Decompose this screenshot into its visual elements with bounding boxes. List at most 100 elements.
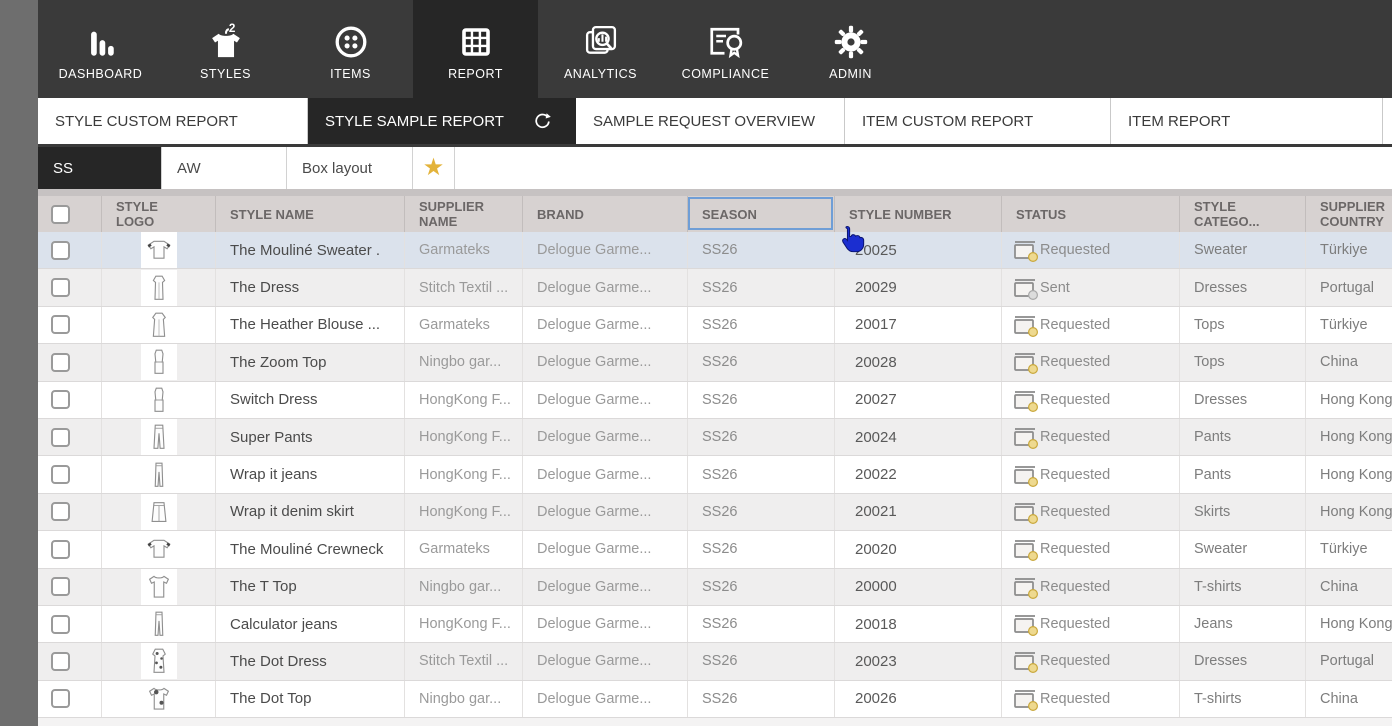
row-checkbox[interactable] bbox=[51, 352, 70, 372]
style-logo-cell[interactable] bbox=[102, 531, 216, 568]
table-row[interactable]: The Mouliné Sweater . Garmateks Delogue … bbox=[38, 232, 1392, 270]
nav-item-report[interactable]: REPORT bbox=[413, 0, 538, 98]
style-category-cell[interactable]: Dresses bbox=[1180, 381, 1306, 418]
row-checkbox[interactable] bbox=[51, 427, 70, 447]
supplier-name-cell[interactable]: HongKong F... bbox=[405, 381, 523, 418]
tab-item-report[interactable]: ITEM REPORT bbox=[1111, 98, 1383, 144]
style-name-cell[interactable]: The Mouliné Sweater . bbox=[216, 232, 405, 269]
col-header-style-category[interactable]: STYLE CATEGO... bbox=[1180, 196, 1306, 232]
supplier-name-cell[interactable]: Garmateks bbox=[405, 531, 523, 568]
supplier-name-cell[interactable]: Garmateks bbox=[405, 232, 523, 269]
row-checkbox[interactable] bbox=[51, 278, 70, 298]
style-logo-cell[interactable] bbox=[102, 493, 216, 531]
row-checkbox-cell[interactable] bbox=[38, 381, 102, 418]
table-row[interactable]: Super Pants HongKong F... Delogue Garme.… bbox=[38, 418, 1392, 457]
brand-cell[interactable]: Delogue Garme... bbox=[523, 605, 688, 643]
style-name-cell[interactable]: Wrap it jeans bbox=[216, 456, 405, 493]
supplier-country-cell[interactable]: Türkiye bbox=[1306, 307, 1392, 343]
style-category-cell[interactable]: Skirts bbox=[1180, 493, 1306, 531]
status-cell[interactable]: Requested bbox=[1002, 568, 1180, 605]
col-header-style-logo[interactable]: STYLE LOGO bbox=[102, 196, 216, 232]
style-category-cell[interactable]: Sweater bbox=[1180, 232, 1306, 269]
supplier-name-cell[interactable]: HongKong F... bbox=[405, 418, 523, 456]
row-checkbox[interactable] bbox=[51, 539, 70, 559]
table-top-scroll-band[interactable] bbox=[38, 189, 1392, 196]
status-cell[interactable]: Requested bbox=[1002, 418, 1180, 456]
status-cell[interactable]: Requested bbox=[1002, 306, 1180, 344]
season-cell[interactable]: SS26 bbox=[688, 381, 835, 418]
style-logo-cell[interactable] bbox=[102, 269, 216, 306]
season-cell[interactable]: SS26 bbox=[688, 269, 835, 306]
supplier-name-cell[interactable]: Ningbo gar... bbox=[405, 344, 523, 381]
row-checkbox-cell[interactable] bbox=[38, 568, 102, 605]
nav-item-compliance[interactable]: COMPLIANCE bbox=[663, 0, 788, 98]
favorite-button[interactable]: ★ bbox=[413, 147, 455, 189]
row-checkbox-cell[interactable] bbox=[38, 531, 102, 568]
nav-item-admin[interactable]: ADMIN bbox=[788, 0, 913, 98]
brand-cell[interactable]: Delogue Garme... bbox=[523, 568, 688, 605]
style-category-cell[interactable]: Tops bbox=[1180, 344, 1306, 381]
style-logo-cell[interactable] bbox=[102, 680, 216, 718]
season-cell[interactable]: SS26 bbox=[688, 568, 835, 605]
season-cell[interactable]: SS26 bbox=[688, 418, 835, 456]
row-checkbox-cell[interactable] bbox=[38, 605, 102, 643]
row-checkbox-cell[interactable] bbox=[38, 344, 102, 381]
style-number-cell[interactable]: 20020 bbox=[835, 531, 1002, 568]
col-header-season[interactable]: SEASON bbox=[688, 196, 835, 232]
brand-cell[interactable]: Delogue Garme... bbox=[523, 493, 688, 531]
row-checkbox[interactable] bbox=[51, 502, 70, 522]
style-number-cell[interactable]: 20026 bbox=[835, 680, 1002, 718]
col-header-brand[interactable]: BRAND bbox=[523, 196, 688, 232]
style-name-cell[interactable]: Wrap it denim skirt bbox=[216, 493, 405, 531]
style-category-cell[interactable]: Pants bbox=[1180, 418, 1306, 456]
style-logo-cell[interactable] bbox=[102, 456, 216, 493]
brand-cell[interactable]: Delogue Garme... bbox=[523, 381, 688, 418]
tab-style-custom-report[interactable]: STYLE CUSTOM REPORT bbox=[38, 98, 308, 144]
brand-cell[interactable]: Delogue Garme... bbox=[523, 643, 688, 680]
tab-item-custom-report[interactable]: ITEM CUSTOM REPORT bbox=[845, 98, 1111, 144]
supplier-country-cell[interactable]: Hong Kong bbox=[1306, 494, 1392, 530]
supplier-name-cell[interactable]: Ningbo gar... bbox=[405, 680, 523, 718]
supplier-country-cell[interactable]: China bbox=[1306, 681, 1392, 717]
supplier-country-cell[interactable]: Hong Kong bbox=[1306, 419, 1392, 455]
select-all-checkbox[interactable] bbox=[51, 204, 70, 224]
row-checkbox[interactable] bbox=[51, 689, 70, 709]
supplier-country-cell[interactable]: Portugal bbox=[1306, 643, 1392, 679]
col-header-supplier-name[interactable]: SUPPLIER NAME bbox=[405, 196, 523, 232]
style-category-cell[interactable]: T-shirts bbox=[1180, 680, 1306, 718]
style-category-cell[interactable]: Tops bbox=[1180, 306, 1306, 344]
style-logo-cell[interactable] bbox=[102, 306, 216, 344]
tab-box-layout[interactable]: Box layout bbox=[287, 147, 413, 189]
col-header-style-number[interactable]: STYLE NUMBER bbox=[835, 196, 1002, 232]
style-name-cell[interactable]: The Mouliné Crewneck bbox=[216, 531, 405, 568]
brand-cell[interactable]: Delogue Garme... bbox=[523, 344, 688, 381]
brand-cell[interactable]: Delogue Garme... bbox=[523, 418, 688, 456]
style-number-cell[interactable]: 20021 bbox=[835, 493, 1002, 531]
brand-cell[interactable]: Delogue Garme... bbox=[523, 232, 688, 269]
supplier-country-cell[interactable]: Hong Kong bbox=[1306, 606, 1392, 642]
style-number-cell[interactable]: 20024 bbox=[835, 418, 1002, 456]
status-cell[interactable]: Requested bbox=[1002, 680, 1180, 718]
table-row[interactable]: The Heather Blouse ... Garmateks Delogue… bbox=[38, 306, 1392, 345]
nav-item-styles[interactable]: 2 STYLES bbox=[163, 0, 288, 98]
style-logo-cell[interactable] bbox=[102, 381, 216, 418]
supplier-country-cell[interactable]: China bbox=[1306, 344, 1392, 380]
status-cell[interactable]: Requested bbox=[1002, 643, 1180, 680]
status-cell[interactable]: Requested bbox=[1002, 456, 1180, 493]
row-checkbox-cell[interactable] bbox=[38, 232, 102, 269]
table-row[interactable]: Wrap it jeans HongKong F... Delogue Garm… bbox=[38, 456, 1392, 494]
style-logo-cell[interactable] bbox=[102, 232, 216, 269]
row-checkbox-cell[interactable] bbox=[38, 493, 102, 531]
row-checkbox[interactable] bbox=[51, 651, 70, 671]
status-cell[interactable]: Requested bbox=[1002, 381, 1180, 418]
style-logo-cell[interactable] bbox=[102, 643, 216, 680]
col-header-style-name[interactable]: STYLE NAME bbox=[216, 196, 405, 232]
row-checkbox[interactable] bbox=[51, 315, 70, 335]
season-cell[interactable]: SS26 bbox=[688, 493, 835, 531]
row-checkbox[interactable] bbox=[51, 465, 70, 485]
style-category-cell[interactable]: Dresses bbox=[1180, 643, 1306, 680]
row-checkbox[interactable] bbox=[51, 240, 70, 260]
status-cell[interactable]: Requested bbox=[1002, 232, 1180, 269]
style-number-cell[interactable]: 20027 bbox=[835, 381, 1002, 418]
table-row[interactable]: The Dot Dress Stitch Textil ... Delogue … bbox=[38, 643, 1392, 681]
